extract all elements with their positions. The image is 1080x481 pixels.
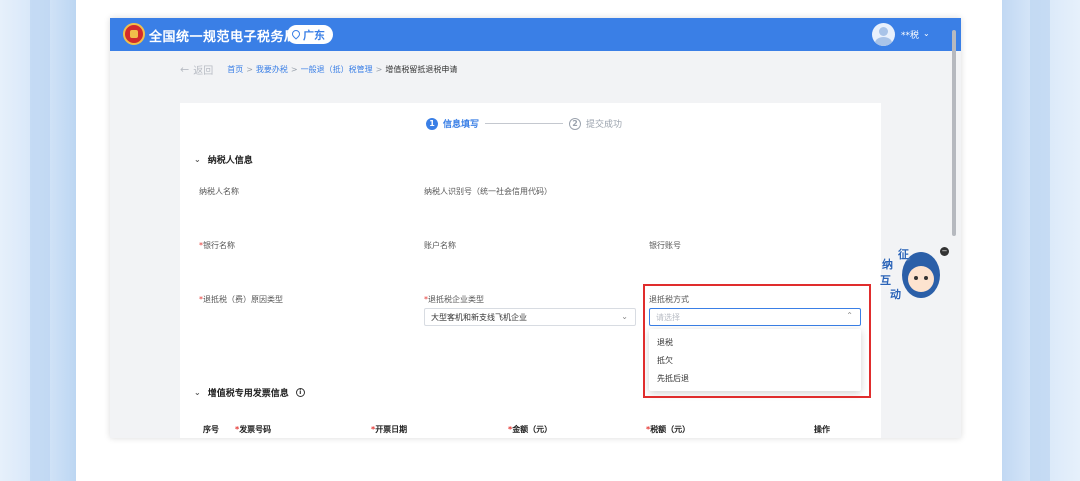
breadcrumb: ← 返回 首页 > 我要办税 > 一般退（抵）税管理 > 增值税留抵退税申请 [180, 62, 457, 77]
enterprise-type-label: *退抵税企业类型 [424, 295, 484, 304]
back-label: 返回 [193, 66, 214, 77]
invoice-table-header: 序号 *发票号码 *开票日期 *金额（元） *税额（元） 操作 [194, 424, 867, 434]
chevron-down-icon: ⌄ [194, 388, 201, 397]
chevron-down-icon[interactable]: ⌄ [923, 29, 930, 38]
breadcrumb-do-tax[interactable]: 我要办税 [256, 64, 288, 75]
refund-reason-label: *退抵税（费）原因类型 [199, 295, 283, 304]
top-bar: 全国统一规范电子税务局 广东 **税 ⌄ [110, 18, 961, 51]
scrollbar-thumb[interactable] [952, 30, 956, 236]
breadcrumb-current: 增值税留抵退税申请 [385, 65, 458, 74]
bank-name-label: *银行名称 [199, 241, 235, 250]
invoice-section-header[interactable]: ⌄ 增值税专用发票信息 i [194, 386, 305, 399]
section-title: 纳税人信息 [207, 156, 253, 166]
column-header: 序号 [203, 425, 219, 434]
column-header: *发票号码 [235, 425, 272, 434]
breadcrumb-separator: > [375, 65, 383, 74]
mascot-char: 征 [898, 248, 909, 261]
taxpayer-section-header[interactable]: ⌄ 纳税人信息 [194, 153, 253, 166]
chevron-down-icon: ⌄ [194, 155, 201, 164]
step-label: 信息填写 [443, 120, 480, 130]
step-info-fill: 1 信息填写 [426, 117, 479, 130]
arrow-left-icon: ← [180, 63, 190, 76]
user-avatar[interactable] [872, 23, 895, 46]
back-button[interactable]: ← 返回 [180, 62, 213, 77]
location-pin-icon [292, 30, 300, 40]
info-icon[interactable]: i [295, 388, 305, 397]
taxpayer-name-label: 纳税人名称 [199, 187, 239, 196]
section-title: 增值税专用发票信息 [207, 389, 289, 399]
step-connector [485, 123, 564, 124]
assistant-mascot[interactable]: 征 纳 互 动 [878, 246, 944, 304]
close-icon[interactable]: − [940, 247, 949, 256]
breadcrumb-home[interactable]: 首页 [227, 64, 243, 75]
tax-emblem-icon [123, 23, 145, 45]
enterprise-type-select[interactable]: 大型客机和新支线飞机企业 ⌄ [424, 308, 636, 326]
mascot-char: 动 [890, 288, 901, 301]
column-header: *金额（元） [508, 425, 553, 434]
account-name-label: 账户名称 [424, 241, 456, 250]
region-label: 广东 [303, 28, 325, 42]
step-number: 1 [426, 117, 438, 130]
mascot-char: 纳 [882, 258, 893, 271]
taxpayer-id-label: 纳税人识别号（统一社会信用代码） [424, 187, 552, 196]
breadcrumb-refund-management[interactable]: 一般退（抵）税管理 [301, 64, 373, 75]
step-label: 提交成功 [586, 120, 623, 130]
step-indicator: 1 信息填写 2 提交成功 [426, 117, 622, 130]
breadcrumb-separator: > [246, 65, 253, 74]
region-selector[interactable]: 广东 [287, 25, 333, 44]
column-header: *税额（元） [646, 425, 691, 434]
page-background-left [0, 0, 76, 481]
bank-account-label: 银行账号 [649, 241, 681, 250]
column-header: 操作 [814, 425, 830, 434]
step-number: 2 [569, 117, 582, 130]
highlight-annotation [643, 284, 871, 398]
app-title: 全国统一规范电子税务局 [149, 30, 298, 45]
column-header: *开票日期 [371, 425, 408, 434]
step-submit-success: 2 提交成功 [569, 117, 622, 130]
page-background-right [1002, 0, 1080, 481]
chevron-down-icon: ⌄ [621, 312, 628, 321]
username[interactable]: **税 [901, 28, 919, 41]
select-value: 大型客机和新支线飞机企业 [431, 312, 527, 322]
breadcrumb-separator: > [290, 65, 298, 74]
